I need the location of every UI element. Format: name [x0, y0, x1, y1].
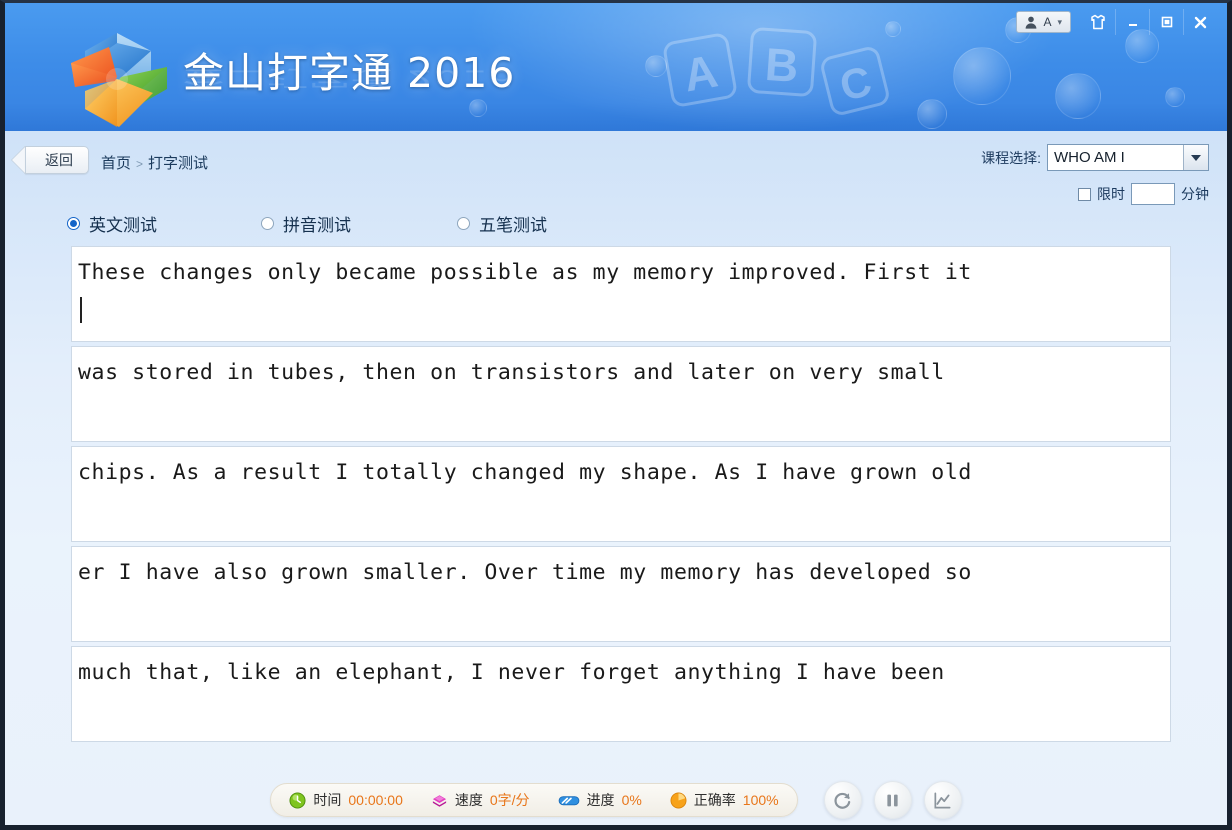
- app-title-reflection: 金山打字通 2016: [183, 65, 516, 92]
- chevron-down-icon: ▾: [1057, 16, 1062, 27]
- chevron-down-icon[interactable]: [1183, 145, 1208, 170]
- typing-line-text: was stored in tubes, then on transistors…: [78, 360, 945, 385]
- typing-line[interactable]: chips. As a result I totally changed my …: [71, 446, 1171, 542]
- radio-icon-english[interactable]: [67, 217, 80, 230]
- stat-speed-value: 0字/分: [489, 792, 530, 808]
- bubble-decoration: [469, 99, 487, 117]
- typing-line-text: These changes only became possible as my…: [78, 260, 972, 285]
- time-limit-row: 限时 分钟: [1078, 183, 1209, 205]
- accuracy-pie-icon: [670, 792, 687, 808]
- mode-option-pinyin[interactable]: 拼音测试: [261, 211, 351, 236]
- stat-time: 时间 00:00:00: [289, 790, 403, 810]
- bubble-decoration: [917, 99, 947, 129]
- course-select-dropdown[interactable]: WHO AM I: [1047, 144, 1209, 171]
- user-icon: [1026, 16, 1037, 29]
- course-select-value: WHO AM I: [1054, 149, 1125, 166]
- maximize-button[interactable]: [1149, 9, 1183, 35]
- back-button[interactable]: 返回: [25, 146, 89, 174]
- stat-speed: 速度 0字/分: [431, 790, 530, 810]
- maximize-icon: [1161, 16, 1172, 28]
- pause-icon: [887, 794, 898, 806]
- stat-accuracy-label: 正确率: [693, 792, 736, 808]
- watermark-block-c: C: [818, 44, 892, 118]
- watermark-block-a: A: [661, 31, 739, 109]
- stat-accuracy: 正确率 100%: [670, 790, 779, 810]
- text-caret: [80, 297, 82, 323]
- progress-icon: [558, 795, 579, 805]
- user-account-dropdown[interactable]: A ▾: [1016, 11, 1071, 33]
- navigation-row: 返回 首页 > 打字测试 课程选择: WHO AM I 限时 分钟: [5, 131, 1227, 205]
- stat-progress-value: 0%: [621, 792, 642, 808]
- time-limit-checkbox[interactable]: [1078, 187, 1091, 201]
- stat-progress-label: 进度: [586, 792, 615, 808]
- watermark-block-b: B: [746, 26, 818, 98]
- typing-line[interactable]: was stored in tubes, then on transistors…: [71, 346, 1171, 442]
- bubble-decoration: [885, 21, 901, 37]
- speed-icon: [432, 794, 446, 807]
- clock-icon: [289, 791, 306, 809]
- chart-icon: [934, 791, 951, 809]
- restart-icon: [834, 792, 851, 809]
- typing-line[interactable]: These changes only became possible as my…: [71, 246, 1171, 342]
- kingsoft-pinwheel-logo-icon: [71, 33, 167, 127]
- course-select-label: 课程选择:: [981, 149, 1041, 166]
- breadcrumb-separator: >: [136, 157, 144, 171]
- time-limit-label: 限时: [1097, 186, 1125, 202]
- close-button[interactable]: [1183, 9, 1217, 35]
- restart-button[interactable]: [823, 781, 862, 819]
- bubble-decoration: [1165, 87, 1185, 107]
- mode-label-pinyin: 拼音测试: [283, 216, 351, 235]
- shirt-icon: [1091, 14, 1105, 30]
- stat-time-label: 时间: [313, 792, 342, 808]
- bubble-decoration: [1055, 73, 1101, 119]
- status-bar: 时间 00:00:00 速度 0字/分 进度 0% 正确率 100%: [5, 781, 1227, 819]
- mode-option-english[interactable]: 英文测试: [67, 211, 157, 236]
- titlebar-controls: A ▾: [1016, 9, 1217, 35]
- breadcrumb: 首页 > 打字测试: [101, 152, 208, 173]
- action-buttons: [823, 781, 962, 819]
- bubble-decoration: [953, 47, 1011, 105]
- course-select-row: 课程选择: WHO AM I: [981, 144, 1209, 171]
- pause-button[interactable]: [873, 781, 912, 819]
- stat-accuracy-value: 100%: [742, 792, 779, 808]
- typing-line-text: much that, like an elephant, I never for…: [78, 660, 945, 685]
- typing-test-area: These changes only became possible as my…: [71, 246, 1171, 746]
- breadcrumb-home[interactable]: 首页: [101, 155, 131, 172]
- user-chip-letter: A: [1043, 15, 1052, 29]
- stat-time-value: 00:00:00: [348, 792, 403, 808]
- application-window: A B C 金山打字通 2016 金山打字通 2016 A ▾ 返回 首页 > …: [0, 0, 1232, 830]
- time-limit-input[interactable]: [1131, 183, 1175, 205]
- mode-label-wubi: 五笔测试: [479, 216, 547, 235]
- mode-option-wubi[interactable]: 五笔测试: [457, 211, 547, 236]
- close-icon: [1194, 16, 1207, 28]
- app-header-banner: A B C 金山打字通 2016 金山打字通 2016 A ▾: [5, 3, 1227, 131]
- main-content-area: 返回 首页 > 打字测试 课程选择: WHO AM I 限时 分钟 英文测试 拼…: [5, 131, 1227, 825]
- typing-line[interactable]: much that, like an elephant, I never for…: [71, 646, 1171, 742]
- radio-icon-pinyin[interactable]: [261, 217, 274, 230]
- minimize-button[interactable]: [1115, 9, 1149, 35]
- statistics-button[interactable]: [923, 781, 962, 819]
- test-mode-radio-group: 英文测试 拼音测试 五笔测试: [5, 211, 1227, 236]
- typing-line-text: er I have also grown smaller. Over time …: [78, 560, 972, 585]
- theme-shirt-button[interactable]: [1081, 9, 1115, 35]
- typing-line[interactable]: er I have also grown smaller. Over time …: [71, 546, 1171, 642]
- typing-line-text: chips. As a result I totally changed my …: [78, 460, 972, 485]
- time-limit-unit: 分钟: [1181, 186, 1209, 202]
- radio-icon-wubi[interactable]: [457, 217, 470, 230]
- stat-progress: 进度 0%: [558, 790, 642, 810]
- statistics-pill: 时间 00:00:00 速度 0字/分 进度 0% 正确率 100%: [270, 783, 798, 817]
- stat-speed-label: 速度: [454, 792, 483, 808]
- minimize-icon: [1128, 24, 1137, 26]
- breadcrumb-current: 打字测试: [148, 155, 209, 172]
- mode-label-english: 英文测试: [89, 216, 157, 235]
- back-arrow-icon: [12, 146, 26, 174]
